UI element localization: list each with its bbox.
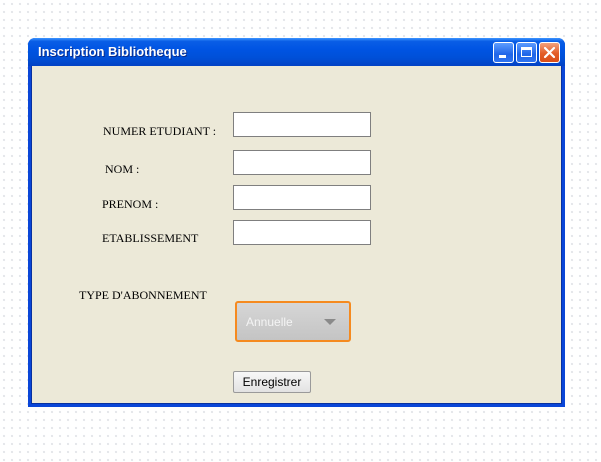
student-number-label: NUMER ETUDIANT : bbox=[103, 124, 217, 138]
minimize-icon bbox=[499, 55, 506, 58]
subscription-type-select[interactable]: Annuelle bbox=[235, 301, 351, 342]
first-name-label: PRENOM : bbox=[102, 197, 159, 211]
maximize-button[interactable] bbox=[516, 42, 537, 63]
maximize-icon bbox=[521, 47, 532, 57]
window-title: Inscription Bibliotheque bbox=[38, 44, 187, 59]
app-window: Inscription Bibliotheque NUMER ETUDIANT … bbox=[28, 38, 565, 407]
chevron-down-icon bbox=[324, 319, 336, 325]
close-icon bbox=[543, 46, 556, 59]
establishment-label: ETABLISSEMENT bbox=[102, 231, 199, 245]
form-panel: NUMER ETUDIANT : NOM : PRENOM : ETABLISS… bbox=[31, 66, 562, 404]
subscription-type-label: TYPE D'ABONNEMENT bbox=[79, 288, 207, 302]
first-name-input[interactable] bbox=[233, 185, 371, 210]
save-button[interactable]: Enregistrer bbox=[233, 371, 311, 393]
minimize-button[interactable] bbox=[493, 42, 514, 63]
student-number-input[interactable] bbox=[233, 112, 371, 137]
name-label: NOM : bbox=[105, 162, 140, 176]
name-input[interactable] bbox=[233, 150, 371, 175]
establishment-input[interactable] bbox=[233, 220, 371, 245]
title-bar[interactable]: Inscription Bibliotheque bbox=[28, 38, 565, 66]
subscription-type-value: Annuelle bbox=[246, 315, 293, 329]
close-button[interactable] bbox=[539, 42, 560, 63]
